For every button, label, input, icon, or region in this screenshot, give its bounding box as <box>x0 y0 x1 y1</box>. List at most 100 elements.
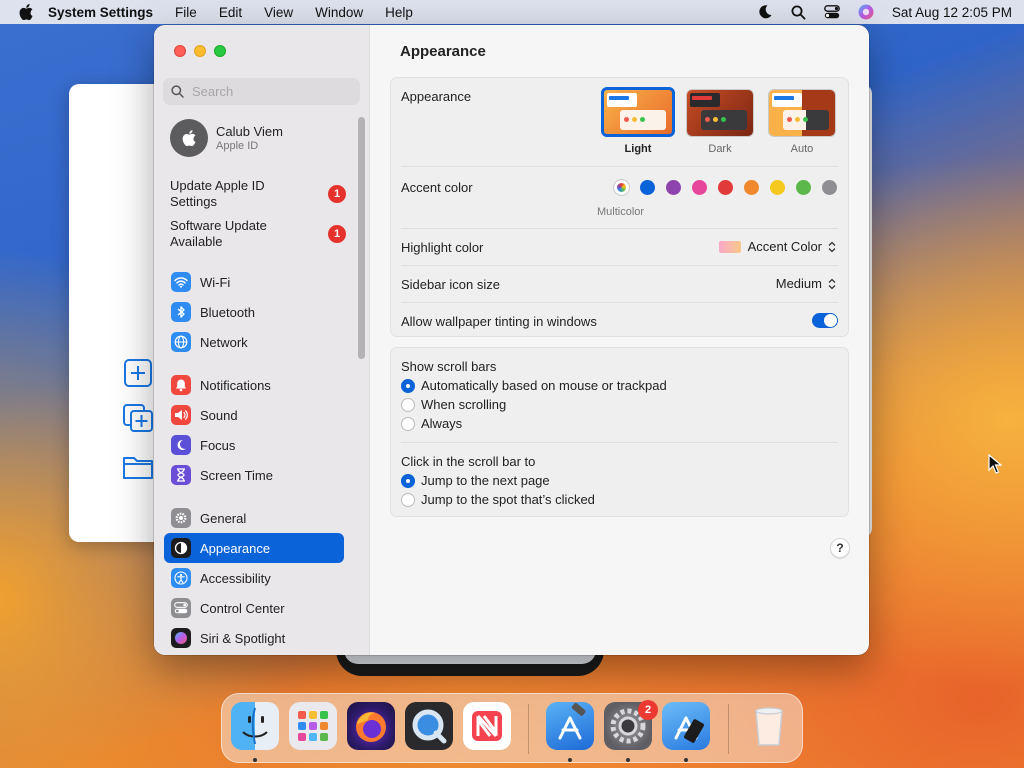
wifi-icon <box>171 272 191 292</box>
jump-next-page-option[interactable]: Jump to the next page <box>401 473 550 488</box>
sidebar-item-screen-time[interactable]: Screen Time <box>164 460 344 490</box>
scroll-bars-when-scrolling-option[interactable]: When scrolling <box>401 397 506 412</box>
sidebar-item-control-center[interactable]: Control Center <box>164 593 344 623</box>
accent-purple-swatch[interactable] <box>666 180 681 195</box>
folder-icon[interactable] <box>123 453 153 481</box>
speaker-icon <box>171 405 191 425</box>
sidebar-icon-size-popup[interactable]: Medium <box>776 276 836 291</box>
news-dock-icon[interactable] <box>463 702 511 750</box>
scroll-bars-automatic-option[interactable]: Automatically based on mouse or trackpad <box>401 378 667 393</box>
radio-button[interactable] <box>401 473 415 488</box>
launchpad-grid-icon <box>298 711 328 741</box>
sidebar-item-label: Notifications <box>200 377 271 393</box>
apple-id-profile[interactable]: Calub Viem Apple ID <box>170 119 283 157</box>
sidebar-icon-size-value: Medium <box>775 276 822 291</box>
profile-subtitle: Apple ID <box>216 140 259 152</box>
sidebar-item-accessibility[interactable]: Accessibility <box>164 563 344 593</box>
theme-dark-option[interactable]: Dark <box>683 89 757 155</box>
highlight-color-popup[interactable]: Accent Color <box>718 239 836 254</box>
sidebar-item-bluetooth[interactable]: Bluetooth <box>164 297 344 327</box>
accent-green-swatch[interactable] <box>796 180 811 195</box>
scroll-bars-always-option[interactable]: Always <box>401 416 462 431</box>
dark-theme-thumbnail <box>686 89 754 137</box>
radio-label: When scrolling <box>421 397 507 412</box>
sidebar-item-general[interactable]: General <box>164 503 344 533</box>
firefox-dock-icon[interactable] <box>347 702 395 750</box>
close-button[interactable] <box>174 45 186 57</box>
sidebar-item-network[interactable]: Network <box>164 327 344 357</box>
profile-name: Calub Viem <box>216 124 283 139</box>
minimize-button[interactable] <box>194 45 206 57</box>
moon-icon[interactable] <box>757 4 773 20</box>
siri-icon[interactable] <box>858 4 874 20</box>
search-field[interactable] <box>163 78 360 105</box>
radio-button[interactable] <box>401 492 415 507</box>
theme-auto-option[interactable]: Auto <box>765 89 839 155</box>
globe-icon <box>171 332 191 352</box>
menu-help[interactable]: Help <box>385 5 413 20</box>
add-icon[interactable] <box>123 359 153 387</box>
sidebar-item-appearance[interactable]: Appearance <box>164 533 344 563</box>
software-update-notice[interactable]: Software Update Available 1 <box>170 218 350 250</box>
menu-view[interactable]: View <box>264 5 293 20</box>
accent-blue-swatch[interactable] <box>640 180 655 195</box>
duplicate-add-icon[interactable] <box>123 404 153 432</box>
control-center-icon[interactable] <box>824 5 840 19</box>
instruments-dock-icon[interactable] <box>662 702 710 750</box>
theme-light-caption: Light <box>624 143 652 155</box>
apple-menu-icon[interactable] <box>18 4 34 20</box>
gear-icon <box>171 508 191 528</box>
accent-multicolor-swatch[interactable] <box>614 180 629 195</box>
menu-file[interactable]: File <box>175 5 197 20</box>
notice-badge: 1 <box>328 185 346 203</box>
sidebar-item-label: Accessibility <box>200 570 271 586</box>
accent-yellow-swatch[interactable] <box>770 180 785 195</box>
finder-dock-icon[interactable] <box>231 702 279 750</box>
chevron-updown-icon <box>828 241 836 252</box>
theme-auto-caption: Auto <box>790 143 814 155</box>
sidebar-item-focus[interactable]: Focus <box>164 430 344 460</box>
trash-dock-icon[interactable] <box>745 702 793 750</box>
theme-light-option[interactable]: Light <box>601 87 675 155</box>
launchpad-dock-icon[interactable] <box>289 702 337 750</box>
accent-orange-swatch[interactable] <box>744 180 759 195</box>
search-input[interactable] <box>192 84 342 99</box>
divider <box>401 265 838 266</box>
xcode-dock-icon[interactable] <box>546 702 594 750</box>
quicktime-dock-icon[interactable] <box>405 702 453 750</box>
sidebar-item-siri-spotlight[interactable]: Siri & Spotlight <box>164 623 344 653</box>
bell-icon <box>171 375 191 395</box>
wallpaper-tinting-toggle[interactable] <box>812 313 838 328</box>
accent-pink-swatch[interactable] <box>692 180 707 195</box>
chevron-updown-icon <box>828 278 836 289</box>
search-icon[interactable] <box>791 5 806 20</box>
notice-badge: 1 <box>328 225 346 243</box>
sidebar-item-sound[interactable]: Sound <box>164 400 344 430</box>
sidebar-item-label: Network <box>200 334 248 350</box>
accent-graphite-swatch[interactable] <box>822 180 837 195</box>
window-controls <box>174 45 226 57</box>
radio-label: Always <box>421 416 463 431</box>
menu-edit[interactable]: Edit <box>219 5 242 20</box>
jump-to-spot-option[interactable]: Jump to the spot that’s clicked <box>401 492 595 507</box>
dock-separator <box>528 704 529 754</box>
sidebar-item-label: Bluetooth <box>200 304 255 320</box>
radio-button[interactable] <box>401 397 415 412</box>
help-button[interactable]: ? <box>830 538 850 558</box>
menubar-clock[interactable]: Sat Aug 12 2:05 PM <box>892 5 1012 20</box>
menu-window[interactable]: Window <box>315 5 363 20</box>
menu-bar: System Settings File Edit View Window He… <box>0 0 1024 24</box>
zoom-button[interactable] <box>214 45 226 57</box>
instruments-logo-icon <box>674 716 704 743</box>
app-menu[interactable]: System Settings <box>48 5 153 20</box>
radio-button[interactable] <box>401 416 415 431</box>
search-icon <box>171 85 184 98</box>
sidebar-item-wifi[interactable]: Wi-Fi <box>164 267 344 297</box>
radio-button[interactable] <box>401 378 415 393</box>
sidebar-item-notifications[interactable]: Notifications <box>164 370 344 400</box>
sidebar-scrollbar[interactable] <box>358 117 365 359</box>
quicktime-logo-icon <box>412 709 447 744</box>
notice-label: Software Update Available <box>170 218 267 249</box>
update-apple-id-notice[interactable]: Update Apple ID Settings 1 <box>170 178 350 210</box>
accent-red-swatch[interactable] <box>718 180 733 195</box>
